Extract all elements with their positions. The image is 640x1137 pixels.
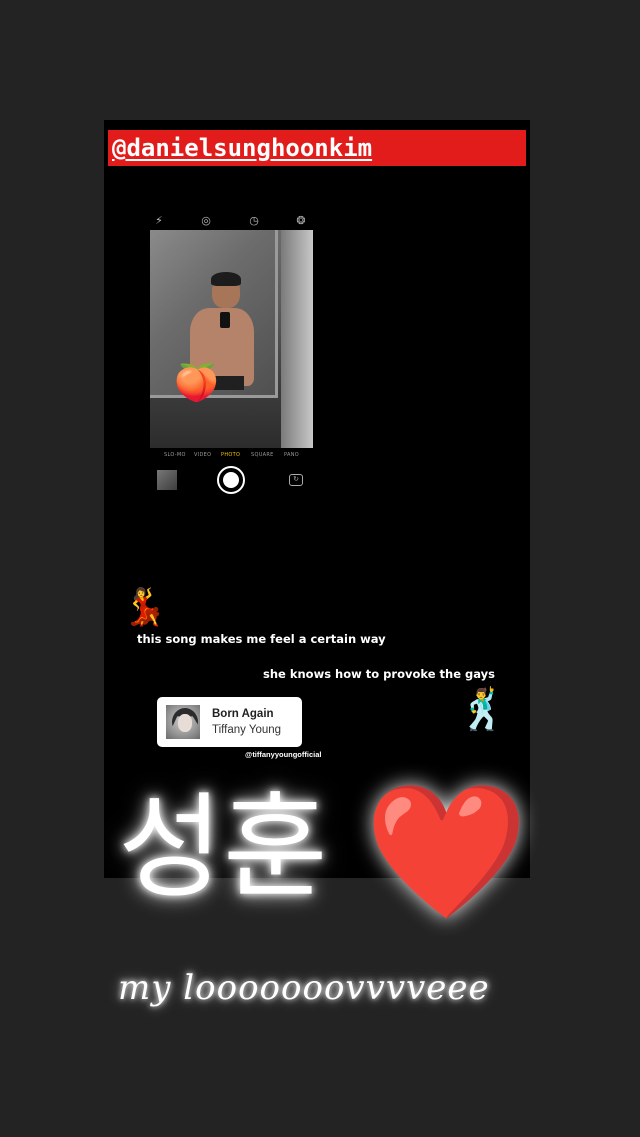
caption-line-2: she knows how to provoke the gays bbox=[263, 667, 495, 681]
filters-icon: ❂ bbox=[296, 214, 306, 227]
music-sticker[interactable]: Born Again Tiffany Young bbox=[157, 697, 302, 747]
live-photo-icon: ◎ bbox=[201, 214, 211, 227]
wall-panel bbox=[281, 230, 313, 448]
mode-slomo[interactable]: SLO-MO bbox=[164, 452, 186, 458]
gallery-thumbnail[interactable] bbox=[157, 470, 177, 490]
artist-handle[interactable]: @tiffanyyoungofficial bbox=[245, 750, 321, 759]
script-caption: my looooooovvvveee bbox=[118, 968, 490, 1008]
song-title: Born Again bbox=[212, 708, 274, 720]
song-artist: Tiffany Young bbox=[212, 724, 282, 736]
peach-emoji-sticker: 🍑 bbox=[174, 363, 219, 404]
flash-off-icon: ⚡ bbox=[155, 214, 163, 227]
phone-in-hand bbox=[220, 312, 230, 328]
camera-flip-icon[interactable]: ↻ bbox=[289, 474, 303, 486]
woman-dancing-emoji-sticker: 💃 bbox=[122, 587, 167, 628]
mode-square[interactable]: SQUARE bbox=[251, 452, 274, 458]
camera-viewfinder-photo: 🍑 bbox=[150, 230, 313, 448]
shutter-button[interactable] bbox=[217, 466, 245, 494]
person-hair bbox=[211, 272, 241, 286]
mention-tag[interactable]: @danielsunghoonkim bbox=[108, 130, 526, 166]
mode-video[interactable]: VIDEO bbox=[194, 452, 211, 458]
korean-name-text: 성훈 bbox=[118, 781, 328, 914]
mode-photo[interactable]: PHOTO bbox=[221, 452, 240, 458]
mode-pano[interactable]: PANO bbox=[284, 452, 299, 458]
man-dancing-emoji-sticker: 🕺 bbox=[458, 687, 508, 733]
timer-icon: ◷ bbox=[249, 214, 259, 227]
red-heart-icon: ❤️ bbox=[364, 775, 529, 929]
camera-mode-selector: SLO-MO VIDEO PHOTO SQUARE PANO bbox=[160, 452, 310, 462]
camera-top-controls: ⚡ ◎ ◷ ❂ bbox=[150, 214, 314, 230]
album-art bbox=[166, 705, 200, 739]
album-art-face bbox=[178, 714, 192, 732]
shutter-inner bbox=[223, 472, 239, 488]
caption-line-1: this song makes me feel a certain way bbox=[137, 632, 386, 646]
